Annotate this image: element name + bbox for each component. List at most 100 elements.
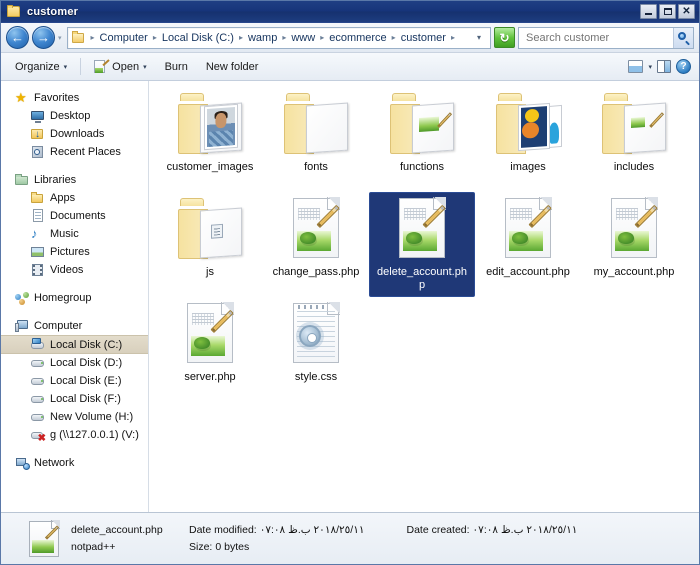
breadcrumb-folder-icon (71, 31, 85, 43)
details-date-modified-value: ٢٠١٨/٢٥/١١ ب.ظ ٠٧:٠٨ (259, 524, 365, 536)
sidebar-label-local-disk-c: Local Disk (C:) (50, 338, 123, 351)
preview-pane-icon[interactable] (657, 60, 671, 73)
list-item[interactable]: js (157, 192, 263, 297)
breadcrumb-item-ecommerce[interactable]: ecommerce (327, 31, 388, 45)
file-name: functions (399, 161, 445, 173)
list-item[interactable]: my_account.php (581, 192, 687, 297)
back-button[interactable]: ← (6, 26, 29, 49)
sidebar-item-local-disk-f[interactable]: Local Disk (F:) (1, 390, 148, 408)
chevron-down-icon[interactable]: ▾ (648, 63, 652, 71)
sidebar-item-apps[interactable]: Apps (1, 189, 148, 207)
file-name: includes (613, 161, 655, 173)
breadcrumb-item-local-disk-c[interactable]: Local Disk (C:) (160, 31, 236, 45)
sidebar-item-videos[interactable]: Videos (1, 261, 148, 279)
sidebar-item-music[interactable]: ♪ Music (1, 225, 148, 243)
search-icon (678, 32, 690, 46)
nav-group-homegroup: Homegroup (1, 289, 148, 307)
folder-photo-icon (174, 92, 246, 158)
sidebar-item-favorites[interactable]: ★ Favorites (1, 89, 148, 107)
breadcrumb-separator-4: ▸ (320, 33, 325, 42)
list-item[interactable]: server.php (157, 297, 263, 402)
breadcrumb-item-customer[interactable]: customer (399, 31, 448, 45)
file-name: js (206, 266, 214, 278)
burn-button[interactable]: Burn (157, 57, 196, 77)
list-item[interactable]: functions (369, 87, 475, 192)
details-date-created-value: ٢٠١٨/٢٥/١١ ب.ظ ٠٧:٠٨ (472, 524, 578, 536)
file-name: edit_account.php (486, 266, 570, 278)
recent-pages-chevron-icon[interactable]: ▾ (58, 34, 62, 42)
list-item[interactable]: change_pass.php (263, 192, 369, 297)
details-date-created-label: Date created: (406, 524, 470, 536)
list-item[interactable]: edit_account.php (475, 192, 581, 297)
nav-group-favorites: ★ Favorites Desktop ↓ Downloads Recent P… (1, 89, 148, 161)
sidebar-item-computer[interactable]: Computer (1, 317, 148, 335)
navigation-pane: ★ Favorites Desktop ↓ Downloads Recent P… (1, 81, 149, 512)
file-name: server.php (184, 371, 236, 383)
breadcrumb-item-wamp[interactable]: wamp (246, 31, 279, 45)
php-file-icon (280, 197, 352, 263)
details-size-value: 0 bytes (215, 541, 250, 553)
hard-disk-icon (31, 356, 45, 370)
list-item[interactable]: customer_images (157, 87, 263, 192)
list-item[interactable]: includes (581, 87, 687, 192)
sidebar-item-local-disk-e[interactable]: Local Disk (E:) (1, 372, 148, 390)
css-file-icon (280, 302, 352, 368)
file-name: customer_images (166, 161, 254, 173)
breadcrumb-separator-3: ▸ (282, 33, 287, 42)
sidebar-item-documents[interactable]: Documents (1, 207, 148, 225)
file-name: fonts (304, 161, 328, 173)
chevron-down-icon: ▾ (143, 63, 147, 71)
file-name: delete_account.php (377, 266, 467, 291)
sidebar-item-desktop[interactable]: Desktop (1, 107, 148, 125)
toolbar-divider (80, 58, 82, 75)
open-file-icon (94, 58, 110, 74)
sidebar-item-network-drive-v[interactable]: ✖ g (\\127.0.0.1) (V:) (1, 426, 148, 444)
open-button[interactable]: Open ▾ (86, 56, 154, 78)
sidebar-item-local-disk-c[interactable]: Local Disk (C:) (1, 335, 148, 354)
sidebar-label-network: Network (34, 457, 75, 469)
breadcrumb-separator-2: ▸ (238, 33, 243, 42)
file-grid: customer_images fonts functions images i… (157, 87, 699, 402)
breadcrumb-item-www[interactable]: www (289, 31, 317, 45)
breadcrumb-bar[interactable]: ▸ Computer ▸ Local Disk (C:) ▸ wamp ▸ ww… (66, 26, 491, 49)
breadcrumb-separator-6: ▸ (450, 33, 455, 42)
sidebar-label-favorites: Favorites (34, 92, 80, 104)
breadcrumb-item-computer[interactable]: Computer (98, 31, 150, 45)
sidebar-item-downloads[interactable]: ↓ Downloads (1, 125, 148, 143)
file-list-view[interactable]: customer_images fonts functions images i… (149, 81, 699, 512)
sidebar-label-homegroup: Homegroup (34, 292, 92, 304)
list-item[interactable]: fonts (263, 87, 369, 192)
breadcrumb-separator-5: ▸ (391, 33, 396, 42)
maximize-button[interactable] (659, 4, 676, 19)
sidebar-label-downloads: Downloads (50, 128, 105, 140)
sidebar-item-network[interactable]: Network (1, 454, 148, 472)
sidebar-item-homegroup[interactable]: Homegroup (1, 289, 148, 307)
details-file-name: delete_account.php (71, 524, 163, 536)
folder-papers-icon (280, 92, 352, 158)
sidebar-item-pictures[interactable]: Pictures (1, 243, 148, 261)
folder-images-icon (492, 92, 564, 158)
forward-button[interactable]: → (32, 26, 55, 49)
search-box[interactable] (518, 26, 694, 49)
new-folder-button[interactable]: New folder (198, 57, 267, 77)
minimize-button[interactable] (640, 4, 657, 19)
php-file-icon (386, 197, 458, 263)
close-button[interactable]: ✕ (678, 4, 695, 19)
address-dropdown-chevron-icon[interactable]: ▾ (473, 33, 487, 42)
list-item-selected[interactable]: delete_account.php (369, 192, 475, 297)
list-item[interactable]: images (475, 87, 581, 192)
window-controls: ✕ (640, 4, 697, 19)
sidebar-item-recent-places[interactable]: Recent Places (1, 143, 148, 161)
refresh-button[interactable]: ↻ (494, 27, 515, 48)
search-button[interactable] (673, 27, 693, 48)
sidebar-item-new-volume-h[interactable]: New Volume (H:) (1, 408, 148, 426)
search-input[interactable] (524, 30, 673, 45)
network-drive-disconnected-icon: ✖ (31, 428, 46, 444)
help-icon[interactable]: ? (676, 59, 691, 74)
list-item[interactable]: style.css (263, 297, 369, 402)
details-size-label: Size: (189, 541, 213, 553)
change-view-icon[interactable] (628, 60, 644, 73)
organize-button[interactable]: Organize ▾ (7, 57, 75, 77)
sidebar-item-libraries[interactable]: Libraries (1, 171, 148, 189)
sidebar-item-local-disk-d[interactable]: Local Disk (D:) (1, 354, 148, 372)
